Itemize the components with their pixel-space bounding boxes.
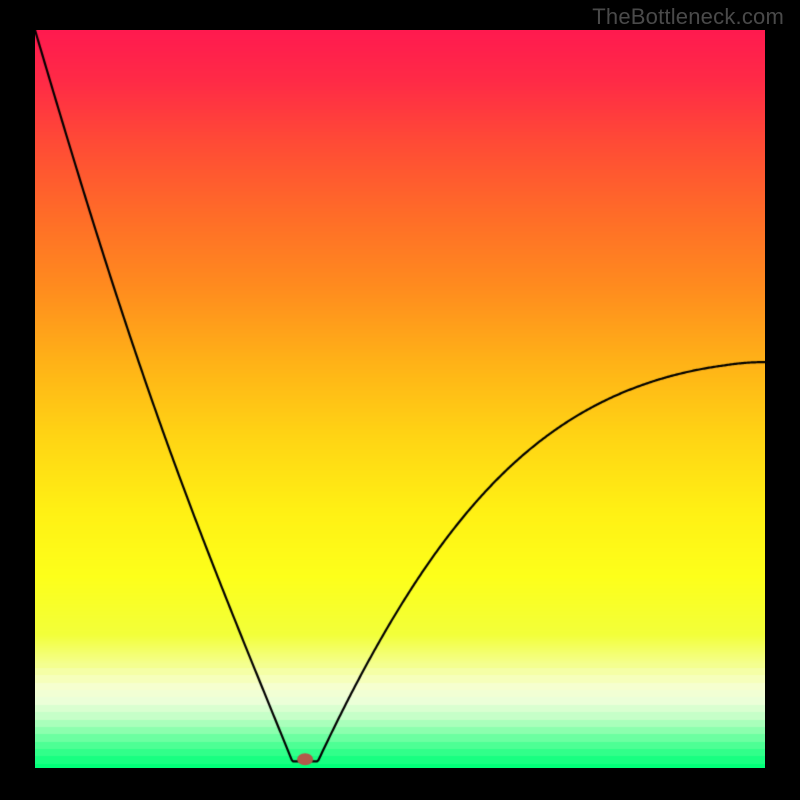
- watermark-label: TheBottleneck.com: [592, 4, 784, 30]
- chart-frame: TheBottleneck.com: [0, 0, 800, 800]
- chart-canvas: [35, 30, 765, 768]
- plot-area: [35, 30, 765, 768]
